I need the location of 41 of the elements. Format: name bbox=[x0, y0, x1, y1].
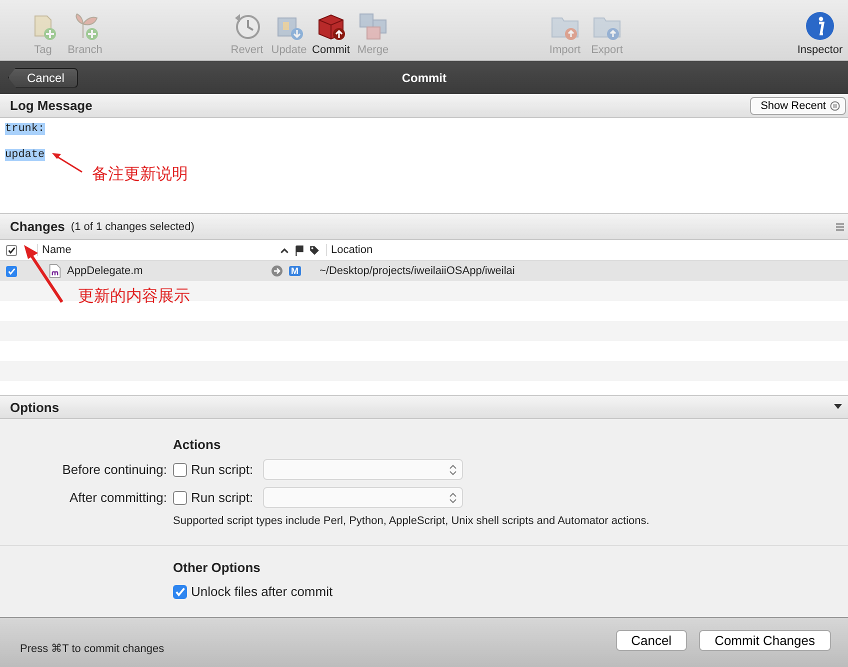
tag-icon bbox=[309, 244, 320, 256]
option-label: After committing: bbox=[68, 490, 167, 505]
run-script-checkbox[interactable]: Run script: bbox=[173, 490, 254, 505]
sheet-title: Commit bbox=[400, 70, 448, 84]
annotation-text: 更新的内容展示 bbox=[78, 286, 190, 307]
arrow-icon[interactable] bbox=[271, 265, 283, 277]
list-icon bbox=[830, 100, 840, 110]
cancel-button[interactable]: Cancel bbox=[8, 68, 78, 88]
section-title: Options bbox=[10, 400, 60, 414]
unlock-checkbox[interactable]: Unlock files after commit bbox=[173, 584, 848, 599]
section-title: Changes bbox=[10, 219, 65, 234]
cancel-button[interactable]: Cancel bbox=[616, 630, 687, 651]
checkbox[interactable] bbox=[6, 244, 17, 256]
annotation-arrow bbox=[50, 150, 84, 174]
note-text: Supported script types include Perl, Python, AppleScript, Unix shell scripts and Automator actions. bbox=[173, 515, 650, 527]
selection-summary: (1 of 1 changes selected) bbox=[70, 220, 194, 232]
option-label: Before continuing: bbox=[61, 462, 167, 477]
toolbar-button[interactable]: Inspector bbox=[794, 10, 846, 56]
run-script-checkbox[interactable]: Run script: bbox=[173, 462, 254, 477]
file-name: AppDelegate.m bbox=[67, 265, 144, 277]
collapse-icon[interactable] bbox=[834, 404, 842, 410]
file-location: ~/Desktop/projects/iweilaiiOSApp/iweilai bbox=[320, 265, 515, 277]
show-recent-button[interactable]: Show Recent bbox=[750, 96, 846, 114]
shortcut-hint: Press ⌘T to commit changes bbox=[20, 642, 164, 655]
commit-changes-button[interactable]: Commit Changes bbox=[698, 630, 831, 651]
table-row[interactable]: AppDelegate.m M ~/Desktop/projects/iweilaiiOSApp/iweilai bbox=[0, 261, 848, 281]
checkmark-icon bbox=[174, 586, 186, 598]
toolbar-button[interactable]: Commit bbox=[312, 10, 350, 56]
checkbox[interactable] bbox=[6, 266, 17, 276]
file-icon bbox=[49, 264, 61, 278]
menu-icon[interactable] bbox=[836, 222, 844, 230]
stepper-icon bbox=[449, 464, 458, 476]
section-title: Log Message bbox=[10, 98, 92, 113]
flag-icon bbox=[294, 244, 305, 256]
group-title: Actions bbox=[173, 437, 222, 452]
stepper-icon bbox=[449, 492, 458, 504]
annotation-text: 备注更新说明 bbox=[92, 164, 188, 185]
info-icon bbox=[804, 10, 836, 42]
group-title: Other Options bbox=[173, 560, 262, 575]
status-badge: M bbox=[289, 266, 300, 276]
column-header[interactable]: Location bbox=[326, 244, 373, 256]
